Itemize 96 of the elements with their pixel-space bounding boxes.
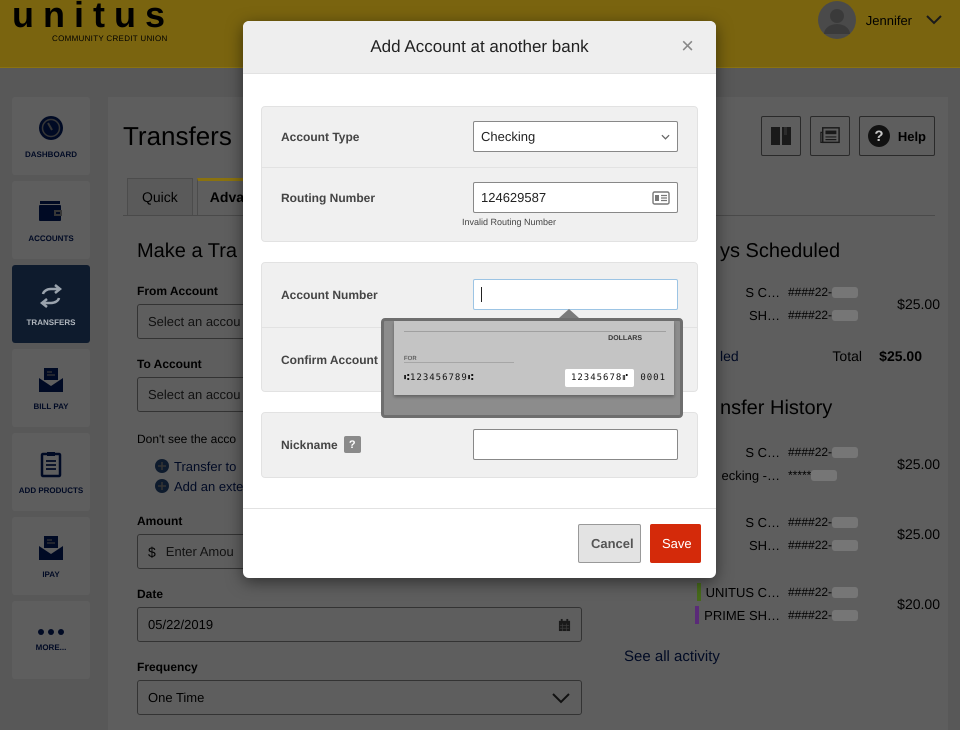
help-label: Help xyxy=(898,128,926,144)
save-button[interactable]: Save xyxy=(650,524,701,563)
sidebar-label: ADD PRODUCTS xyxy=(18,486,84,494)
id-card-icon xyxy=(652,190,670,204)
sidebar-label: IPAY xyxy=(42,570,60,578)
plus-circle-icon xyxy=(155,479,169,493)
cancel-button[interactable]: Cancel xyxy=(578,524,641,563)
page-title: Transfers xyxy=(123,120,232,152)
select-field[interactable]: One Time xyxy=(137,680,582,715)
account-number: ####22- xyxy=(788,445,832,459)
chevron-down-icon xyxy=(926,15,942,25)
help-icon: ? xyxy=(868,125,890,147)
newspaper-icon xyxy=(819,126,841,146)
routing-number: ⑆123456789⑆ xyxy=(404,373,474,383)
tab[interactable]: Quick xyxy=(127,178,193,215)
amount: $25.00 xyxy=(896,296,940,312)
field-label: Account Number xyxy=(281,288,378,302)
sidebar-item[interactable]: TRANSFERS xyxy=(12,265,90,343)
field-label: From Account xyxy=(137,283,218,299)
input-field[interactable] xyxy=(473,279,678,310)
dots-icon xyxy=(37,628,65,634)
check-number: 0001 xyxy=(640,373,666,383)
input-field[interactable] xyxy=(473,429,678,460)
amount: $20.00 xyxy=(896,596,940,612)
account-name: PRIME SH… xyxy=(704,608,780,622)
logo-wordmark: unitus xyxy=(12,0,174,34)
account-number-highlight: 12345678⑈ xyxy=(564,369,634,387)
account-name: S C… xyxy=(745,444,780,460)
sidebar-label: ACCOUNTS xyxy=(28,234,74,242)
chevron-down-icon xyxy=(661,134,670,140)
user-name[interactable]: Jennifer xyxy=(866,12,912,28)
link[interactable]: Add an exte xyxy=(155,476,244,496)
field-label: Frequency xyxy=(137,659,198,675)
sidebar-label: TRANSFERS xyxy=(26,318,76,326)
error-message: Invalid Routing Number xyxy=(462,217,558,227)
gauge-icon xyxy=(37,114,65,142)
account-number: ####22- xyxy=(788,515,832,529)
account-name: S C… xyxy=(745,514,780,530)
date-field[interactable]: 05/22/2019 xyxy=(137,607,582,642)
plus-circle-icon xyxy=(155,459,169,473)
account-name: UNITUS C… xyxy=(706,584,780,600)
select-field[interactable]: Checking xyxy=(473,121,678,152)
field-label: Account Type xyxy=(281,130,360,144)
avatar-icon xyxy=(818,1,856,39)
help-badge[interactable]: ? xyxy=(344,436,361,453)
text-cursor xyxy=(481,287,482,302)
account-name: S C… xyxy=(745,284,780,300)
field-label: Amount xyxy=(137,513,182,529)
dialog-title: Add Account at another bank xyxy=(370,37,589,57)
field-label: To Account xyxy=(137,356,202,372)
sidebar-item[interactable]: MORE... xyxy=(12,601,90,679)
section-title: Make a Tra xyxy=(137,239,238,264)
logo-subtitle: COMMUNITY CREDIT UNION xyxy=(52,34,169,43)
book-button[interactable] xyxy=(761,116,801,156)
account-number: ####22- xyxy=(788,608,832,622)
calendar-icon xyxy=(558,618,571,632)
input-field[interactable]: 124629587 xyxy=(473,182,678,213)
field-label: Date xyxy=(137,586,164,602)
link-text[interactable]: Transfer to xyxy=(174,458,236,474)
sidebar-item[interactable]: IPAY xyxy=(12,517,90,595)
news-button[interactable] xyxy=(810,116,850,156)
account-number: ####22- xyxy=(788,308,832,322)
envelope-letter-icon xyxy=(37,366,65,394)
field-label: Routing Number xyxy=(281,190,375,204)
account-number: ***** xyxy=(788,468,812,482)
help-text: Don't see the acco xyxy=(137,431,236,447)
account-number: ####22- xyxy=(788,585,832,599)
field-label: Nickname xyxy=(281,438,338,452)
sidebar-label: BILL PAY xyxy=(34,402,68,410)
account-number: ####22- xyxy=(788,285,832,299)
account-name: ecking -… xyxy=(721,468,780,482)
link-text[interactable]: Add an exte xyxy=(174,478,244,494)
sidebar-label: DASHBOARD xyxy=(25,150,77,158)
total-amount: $25.00 xyxy=(878,348,922,364)
account-name: SH… xyxy=(748,308,780,322)
amount: $25.00 xyxy=(896,526,940,542)
book-icon xyxy=(770,125,792,147)
sidebar-label: MORE... xyxy=(36,642,66,652)
envelope-letter-icon xyxy=(37,534,65,562)
sidebar-item[interactable]: BILL PAY xyxy=(12,349,90,427)
sidebar-item[interactable]: ADD PRODUCTS xyxy=(12,433,90,511)
close-button[interactable]: × xyxy=(677,34,698,58)
chevron-down-icon xyxy=(551,692,571,704)
currency-sign: $ xyxy=(148,544,156,560)
sidebar-item[interactable]: ACCOUNTS xyxy=(12,181,90,259)
account-name: SH… xyxy=(748,538,780,552)
link[interactable]: Transfer to xyxy=(155,456,236,476)
total-label: Total xyxy=(831,348,863,364)
account-number: ####22- xyxy=(788,538,832,552)
section-title: nsfer History xyxy=(720,396,832,421)
amount: $25.00 xyxy=(896,456,940,472)
section-title: ys Scheduled xyxy=(720,239,840,264)
field-label: Confirm Account xyxy=(281,352,378,366)
sidebar-item[interactable]: DASHBOARD xyxy=(12,97,90,175)
see-all-link[interactable]: See all activity xyxy=(624,648,720,665)
help-button[interactable]: ? Help xyxy=(859,116,935,156)
